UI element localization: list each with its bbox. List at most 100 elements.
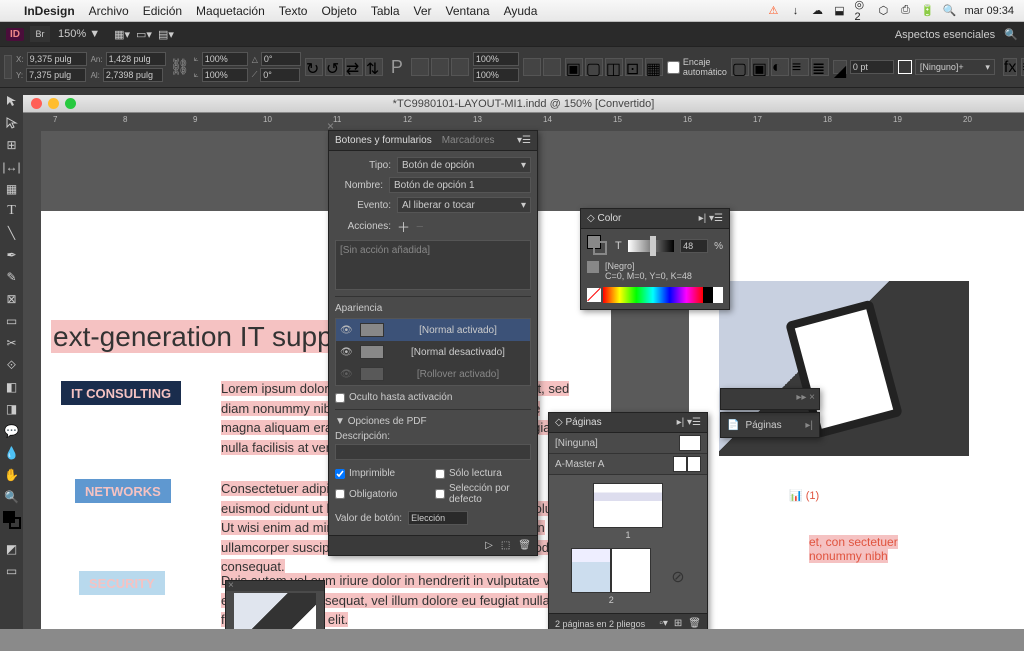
wrap-jump2-icon[interactable]: ≣ xyxy=(811,58,829,76)
circle-icon[interactable]: ◎ 2 xyxy=(854,4,868,18)
black-swatch[interactable] xyxy=(703,287,713,303)
panel-menu-icon[interactable]: ▸| ▾☰ xyxy=(677,417,701,428)
tab-color[interactable]: ◇ Color xyxy=(587,213,621,224)
pages-thumb-area[interactable]: 1 2 ⊘ xyxy=(549,475,707,613)
p-icon[interactable]: P xyxy=(391,57,403,78)
corner-icon[interactable]: ◢ xyxy=(833,60,847,74)
scissors-tool[interactable]: ✂ xyxy=(0,332,23,354)
page-thumb-2l[interactable] xyxy=(571,548,611,593)
panel-header[interactable]: × Botones y formularios Marcadores ▾☰ xyxy=(329,131,537,151)
page-tool[interactable]: ⊞ xyxy=(0,134,23,156)
eye-icon[interactable]: 👁 xyxy=(340,325,354,336)
state-normal-on[interactable]: 👁 [Normal activado] xyxy=(336,319,530,341)
selection-tool[interactable] xyxy=(0,90,23,112)
menu-archivo[interactable]: Archivo xyxy=(89,4,129,18)
rectangle-frame-tool[interactable]: ⊠ xyxy=(0,288,23,310)
state-normal-off[interactable]: 👁 [Normal desactivado] xyxy=(336,341,530,363)
fit-center-icon[interactable]: ⊡ xyxy=(625,58,643,76)
pdf-options-label[interactable]: ▼ Opciones de PDF xyxy=(335,416,531,427)
hand-tool[interactable]: ✋ xyxy=(0,464,23,486)
menu-objeto[interactable]: Objeto xyxy=(321,4,356,18)
convert-icon[interactable]: ⬚ xyxy=(501,540,510,551)
free-transform-tool[interactable]: ⟐ xyxy=(0,354,23,376)
pages-dock-icon[interactable]: 📄 xyxy=(727,420,739,431)
app-name[interactable]: InDesign xyxy=(24,4,75,18)
preview-icon[interactable]: ▷ xyxy=(485,540,493,551)
stroke-swatch-icon[interactable] xyxy=(898,60,912,74)
content-center-icon[interactable] xyxy=(451,58,469,76)
fill-stroke-swatch[interactable] xyxy=(0,508,23,538)
color-panel-header[interactable]: ◇ Color ▸| ▾☰ xyxy=(581,209,729,229)
screen-mode-icon[interactable]: ▭▾ xyxy=(136,28,152,41)
menu-maquetacion[interactable]: Maquetación xyxy=(196,4,265,18)
zoom-level[interactable]: 150% ▼ xyxy=(58,28,100,40)
pencil-tool[interactable]: ✎ xyxy=(0,266,23,288)
gradient-swatch-tool[interactable]: ◧ xyxy=(0,376,23,398)
rotate-cw-icon[interactable]: ↻ xyxy=(305,58,323,76)
vertical-ruler[interactable] xyxy=(23,131,41,650)
fit-content-icon[interactable]: ▢ xyxy=(585,58,603,76)
select-container-icon[interactable] xyxy=(523,58,541,76)
bridge-button[interactable]: Br xyxy=(30,26,50,42)
label-networks[interactable]: NETWORKS xyxy=(75,479,171,503)
tint-slider[interactable] xyxy=(628,240,674,252)
rotate-input[interactable] xyxy=(261,52,301,66)
shield-icon[interactable]: ⬡ xyxy=(876,4,890,18)
dock-header-strip[interactable]: ▸▸ × xyxy=(720,388,820,410)
page-heading[interactable]: ext-generation IT suppo xyxy=(51,321,350,353)
fit-fill-icon[interactable]: ▦ xyxy=(645,58,663,76)
minimize-window-button[interactable] xyxy=(48,98,59,109)
button-value-input[interactable] xyxy=(408,511,468,525)
new-page-icon[interactable]: ⊞ xyxy=(674,618,682,629)
delete-icon[interactable]: 🗑 xyxy=(518,540,531,551)
close-window-button[interactable] xyxy=(31,98,42,109)
dropbox-icon[interactable]: ⬓ xyxy=(832,4,846,18)
panel-menu-icon[interactable]: ▸| ▾☰ xyxy=(699,213,723,224)
docked-pages-panel[interactable]: 📄 Páginas ▸| xyxy=(720,412,820,438)
type-tool[interactable]: T xyxy=(0,200,23,222)
wrap-bbox-icon[interactable]: ▣ xyxy=(751,58,769,76)
panel-menu-icon[interactable]: ▾☰ xyxy=(517,135,531,146)
rectangle-tool[interactable]: ▭ xyxy=(0,310,23,332)
gradient-feather-tool[interactable]: ◨ xyxy=(0,398,23,420)
menu-ventana[interactable]: Ventana xyxy=(446,4,490,18)
horizontal-ruler[interactable]: 7 8 9 10 11 12 13 14 15 16 17 18 19 20 xyxy=(23,113,1024,131)
warning-icon[interactable]: ⚠ xyxy=(766,4,780,18)
remove-action-icon[interactable]: − xyxy=(416,219,424,234)
clock[interactable]: mar 09:34 xyxy=(964,5,1014,17)
add-action-icon[interactable]: ＋ xyxy=(397,217,410,236)
page-thumb-2r[interactable] xyxy=(611,548,651,593)
zoom-tool[interactable]: 🔍 xyxy=(0,486,23,508)
eye-icon[interactable]: 👁 xyxy=(340,369,354,380)
menu-tabla[interactable]: Tabla xyxy=(371,4,400,18)
required-checkbox[interactable]: Obligatorio xyxy=(335,483,431,505)
flip-v-icon[interactable]: ⇅ xyxy=(365,58,383,76)
flip-h-icon[interactable]: ⇄ xyxy=(345,58,363,76)
reference-point-icon[interactable] xyxy=(4,55,12,79)
opacity-input[interactable] xyxy=(473,52,519,66)
pen-tool[interactable]: ✒ xyxy=(0,244,23,266)
selected-default-checkbox[interactable]: Selección por defecto xyxy=(435,483,531,505)
tab-pages[interactable]: ◇ Páginas xyxy=(555,417,602,428)
arrange-icon[interactable]: ▤▾ xyxy=(158,28,174,41)
cloud-icon[interactable]: ☁ xyxy=(810,4,824,18)
workspace-switcher[interactable]: Aspectos esenciales 🔍 xyxy=(895,28,1018,41)
menu-texto[interactable]: Texto xyxy=(279,4,308,18)
link-wh-icon[interactable]: ⛓ xyxy=(170,57,190,77)
readonly-checkbox[interactable]: Sólo lectura xyxy=(435,468,531,479)
fit-frame-icon[interactable]: ▣ xyxy=(565,58,583,76)
actions-list[interactable]: [Sin acción añadida] xyxy=(335,240,531,290)
screen-mode-tool[interactable]: ▭ xyxy=(0,560,23,582)
pages-panel-header[interactable]: ◇ Páginas ▸| ▾☰ xyxy=(549,413,707,433)
tint-value-input[interactable] xyxy=(680,239,708,253)
eyedropper-tool[interactable]: 💧 xyxy=(0,442,23,464)
zoom-window-button[interactable] xyxy=(65,98,76,109)
edit-page-size-icon[interactable]: ▫▾ xyxy=(659,618,668,629)
scale-x-input[interactable] xyxy=(202,52,248,66)
none-swatch-icon[interactable] xyxy=(587,288,601,302)
page-thumb-1[interactable] xyxy=(593,483,663,528)
x-position-input[interactable] xyxy=(27,52,87,66)
battery-icon[interactable]: 🔋 xyxy=(920,4,934,18)
fit-prop-icon[interactable]: ◫ xyxy=(605,58,623,76)
tab-bookmarks[interactable]: Marcadores xyxy=(442,135,495,146)
